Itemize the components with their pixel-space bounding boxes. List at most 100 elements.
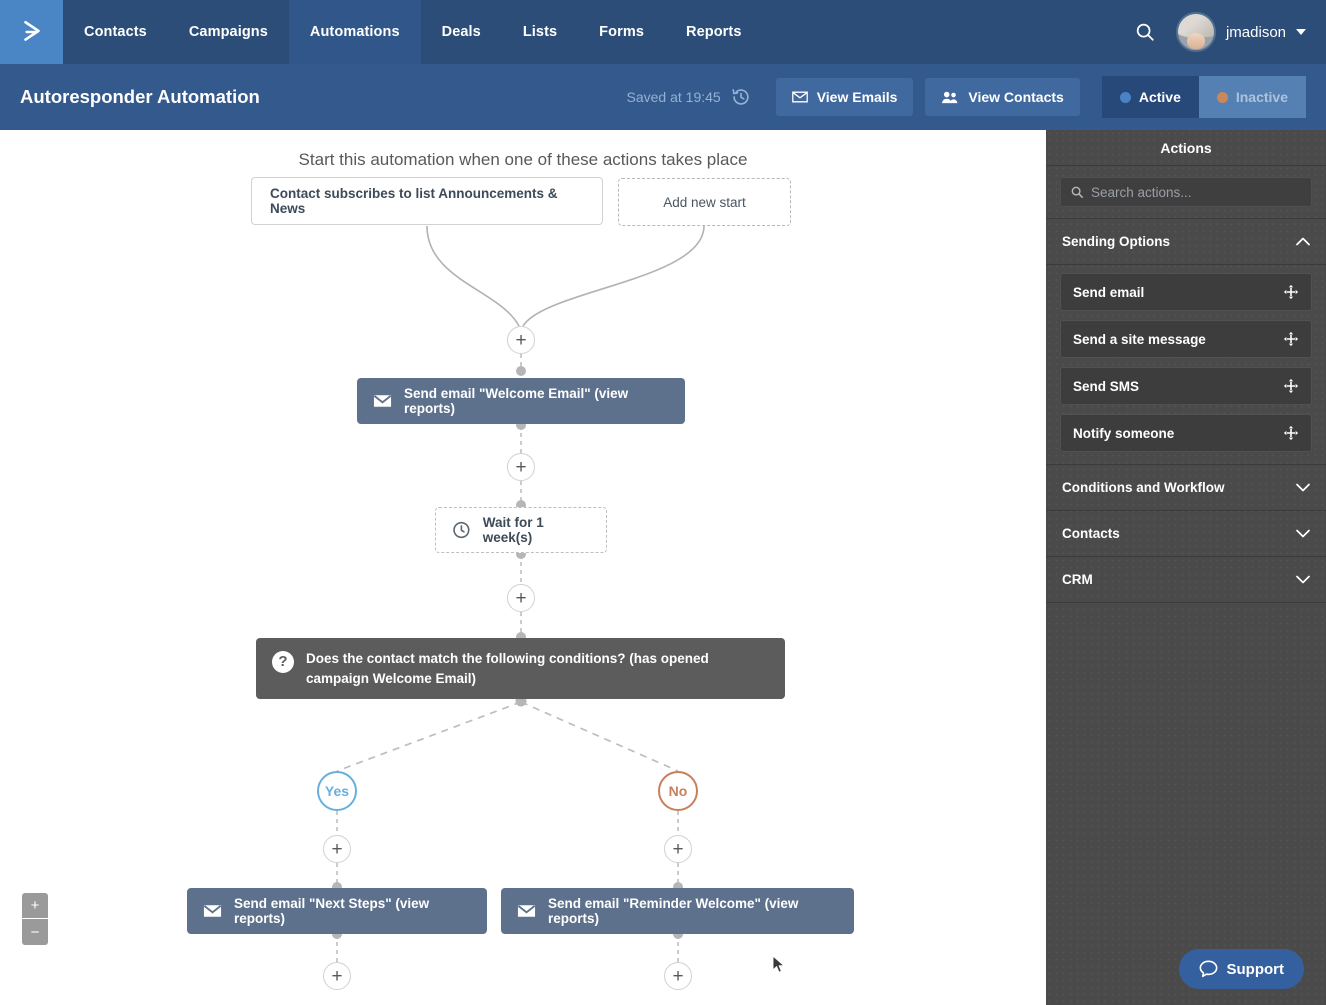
search-icon [1070, 185, 1084, 199]
search-actions-input[interactable] [1091, 185, 1302, 200]
zoom-in-button[interactable]: + [22, 893, 48, 919]
zoom-out-label: − [31, 924, 40, 941]
nav-item-automations[interactable]: Automations [289, 0, 421, 64]
send-email-welcome-label: Send email "Welcome Email" (view reports… [404, 386, 669, 416]
view-contacts-label: View Contacts [968, 89, 1063, 105]
drag-move-icon[interactable] [1283, 378, 1299, 394]
section-label: Conditions and Workflow [1062, 480, 1225, 495]
branch-no-node[interactable]: No [658, 771, 698, 811]
action-item-send-site-message[interactable]: Send a site message [1060, 320, 1312, 358]
branch-no-label: No [669, 783, 688, 799]
avatar [1176, 12, 1216, 52]
chevron-up-icon [1296, 237, 1310, 246]
plus-icon: + [515, 458, 526, 477]
active-status-dot-icon [1120, 92, 1131, 103]
zoom-out-button[interactable]: − [22, 919, 48, 945]
nav-item-forms[interactable]: Forms [578, 0, 665, 64]
automation-subheader: Autoresponder Automation Saved at 19:45 … [0, 64, 1326, 130]
nav-item-deals[interactable]: Deals [421, 0, 502, 64]
condition-node[interactable]: ? Does the contact match the following c… [256, 638, 785, 699]
nav-label: Forms [599, 24, 644, 40]
add-new-start-node[interactable]: Add new start [618, 178, 791, 226]
action-label: Notify someone [1073, 426, 1174, 441]
global-search-button[interactable] [1130, 17, 1160, 47]
user-menu[interactable]: jmadison [1176, 12, 1306, 52]
action-label: Send a site message [1073, 332, 1206, 347]
chevron-down-icon [1296, 483, 1310, 492]
history-icon[interactable] [730, 86, 752, 108]
send-email-reminder-node[interactable]: Send email "Reminder Welcome" (view repo… [501, 888, 854, 934]
action-label: Send email [1073, 285, 1144, 300]
saved-status-label: Saved at 19:45 [627, 89, 721, 105]
start-trigger-label: Contact subscribes to list Announcements… [270, 186, 584, 216]
nav-right-group: jmadison [1130, 0, 1326, 64]
subheader-actions: Saved at 19:45 View Emails [627, 76, 1306, 118]
inactive-status-dot-icon [1217, 92, 1228, 103]
section-label: Sending Options [1062, 234, 1170, 249]
envelope-icon [517, 904, 536, 918]
sidebar-title: Actions [1046, 130, 1326, 166]
chevron-down-icon [1296, 29, 1306, 35]
add-step-button-1[interactable]: + [507, 326, 535, 354]
action-item-send-email[interactable]: Send email [1060, 273, 1312, 311]
sidebar-search-wrapper [1046, 166, 1326, 219]
support-button[interactable]: Support [1179, 949, 1305, 989]
add-step-button-2[interactable]: + [507, 453, 535, 481]
envelope-icon [203, 904, 222, 918]
drag-move-icon[interactable] [1283, 425, 1299, 441]
nav-label: Automations [310, 24, 400, 40]
add-new-start-label: Add new start [663, 195, 746, 210]
active-label: Active [1139, 89, 1181, 105]
username-label: jmadison [1226, 24, 1286, 41]
add-step-button-3[interactable]: + [507, 584, 535, 612]
nav-item-lists[interactable]: Lists [502, 0, 578, 64]
zoom-in-label: + [31, 897, 40, 914]
send-email-reminder-label: Send email "Reminder Welcome" (view repo… [548, 896, 838, 926]
add-step-button-yes-2[interactable]: + [323, 962, 351, 990]
envelope-icon [373, 394, 392, 408]
send-email-next-steps-node[interactable]: Send email "Next Steps" (view reports) [187, 888, 487, 934]
plus-icon: + [331, 967, 342, 986]
sidebar-section-contacts[interactable]: Contacts [1046, 511, 1326, 557]
action-item-send-sms[interactable]: Send SMS [1060, 367, 1312, 405]
question-mark-icon: ? [272, 651, 294, 673]
envelope-icon [792, 91, 808, 103]
add-step-button-no-2[interactable]: + [664, 962, 692, 990]
people-icon [941, 90, 959, 104]
nav-item-campaigns[interactable]: Campaigns [168, 0, 289, 64]
sidebar-section-crm[interactable]: CRM [1046, 557, 1326, 603]
plus-icon: + [515, 331, 526, 350]
automation-builder-page: Contacts Campaigns Automations Deals Lis… [0, 0, 1326, 1005]
nav-item-reports[interactable]: Reports [665, 0, 763, 64]
clock-icon [452, 520, 471, 540]
add-step-button-yes[interactable]: + [323, 835, 351, 863]
sending-options-items: Send email Send a site message Send SMS … [1046, 265, 1326, 465]
view-contacts-button[interactable]: View Contacts [925, 78, 1079, 116]
automation-canvas[interactable]: Start this automation when one of these … [0, 130, 1046, 1005]
start-trigger-node[interactable]: Contact subscribes to list Announcements… [251, 177, 603, 225]
send-email-welcome-node[interactable]: Send email "Welcome Email" (view reports… [357, 378, 685, 424]
chat-bubble-icon [1199, 960, 1218, 978]
sidebar-section-sending-options[interactable]: Sending Options [1046, 219, 1326, 265]
inactive-toggle-button[interactable]: Inactive [1199, 76, 1306, 118]
view-emails-label: View Emails [817, 89, 898, 105]
sidebar-section-conditions-workflow[interactable]: Conditions and Workflow [1046, 465, 1326, 511]
app-logo[interactable] [0, 0, 63, 64]
active-toggle-button[interactable]: Active [1102, 76, 1199, 118]
action-item-notify-someone[interactable]: Notify someone [1060, 414, 1312, 452]
view-emails-button[interactable]: View Emails [776, 78, 914, 116]
connector-lines [0, 130, 1046, 1005]
nav-label: Deals [442, 24, 481, 40]
actions-sidebar: Actions Sending Options Send email [1046, 130, 1326, 1005]
add-step-button-no[interactable]: + [664, 835, 692, 863]
drag-move-icon[interactable] [1283, 331, 1299, 347]
chevron-right-logo-icon [19, 19, 45, 45]
search-actions-field[interactable] [1060, 177, 1312, 207]
wait-step-label: Wait for 1 week(s) [483, 515, 590, 545]
top-navigation-bar: Contacts Campaigns Automations Deals Lis… [0, 0, 1326, 64]
send-email-next-steps-label: Send email "Next Steps" (view reports) [234, 896, 471, 926]
wait-step-node[interactable]: Wait for 1 week(s) [435, 507, 607, 553]
drag-move-icon[interactable] [1283, 284, 1299, 300]
branch-yes-node[interactable]: Yes [317, 771, 357, 811]
nav-item-contacts[interactable]: Contacts [63, 0, 168, 64]
